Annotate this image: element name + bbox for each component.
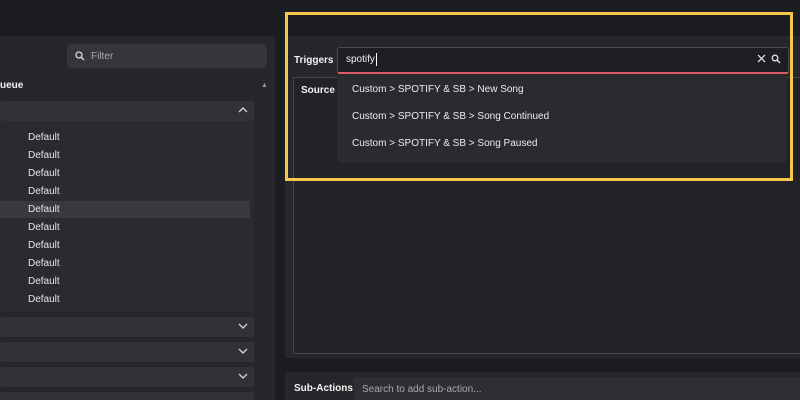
source-label: Source	[301, 85, 335, 96]
group-header-collapsed[interactable]	[0, 317, 254, 337]
list-item[interactable]: Default	[0, 183, 250, 200]
filter-placeholder: Filter	[91, 50, 114, 62]
dropdown-option[interactable]: Custom > SPOTIFY & SB > New Song	[337, 78, 787, 102]
chevron-down-icon	[238, 373, 248, 379]
trigger-search-value: spotify	[346, 54, 375, 65]
dropdown-option[interactable]: Custom > SPOTIFY & SB > Song Paused	[337, 132, 787, 156]
filter-input[interactable]: Filter	[67, 44, 267, 68]
list-item[interactable]: Default	[0, 219, 250, 236]
text-caret	[376, 53, 377, 66]
scroll-up-arrow-icon[interactable]: ▲	[261, 82, 268, 89]
list-item-selected[interactable]: Default	[0, 201, 250, 218]
search-icon[interactable]	[771, 54, 781, 64]
close-icon[interactable]	[757, 54, 766, 63]
search-icon	[75, 51, 85, 61]
list-item[interactable]: Default	[0, 165, 250, 182]
list-item[interactable]: Default	[0, 237, 250, 254]
chevron-down-icon	[238, 323, 248, 329]
list-item[interactable]: Default	[0, 291, 250, 308]
group-header-collapsed[interactable]	[0, 342, 254, 362]
list-item[interactable]: Default	[0, 147, 250, 164]
list-item[interactable]: Default	[0, 129, 250, 146]
group-header-expanded[interactable]	[0, 101, 254, 121]
trigger-search-input[interactable]: spotify	[337, 47, 789, 74]
chevron-down-icon	[238, 348, 248, 354]
queue-column-header[interactable]: ueue	[0, 80, 260, 94]
chevron-up-icon	[238, 107, 248, 113]
list-item[interactable]: Default	[0, 255, 250, 272]
sub-action-search-placeholder: Search to add sub-action...	[362, 384, 482, 395]
list-item[interactable]: Default	[0, 273, 250, 290]
group-header-collapsed[interactable]	[0, 367, 254, 387]
group-header-collapsed[interactable]	[0, 392, 254, 400]
dropdown-option[interactable]: Custom > SPOTIFY & SB > Song Continued	[337, 105, 787, 129]
sub-action-search-input[interactable]: Search to add sub-action...	[354, 377, 800, 400]
triggers-label: Triggers	[294, 55, 334, 66]
sub-actions-label: Sub-Actions	[294, 383, 353, 394]
